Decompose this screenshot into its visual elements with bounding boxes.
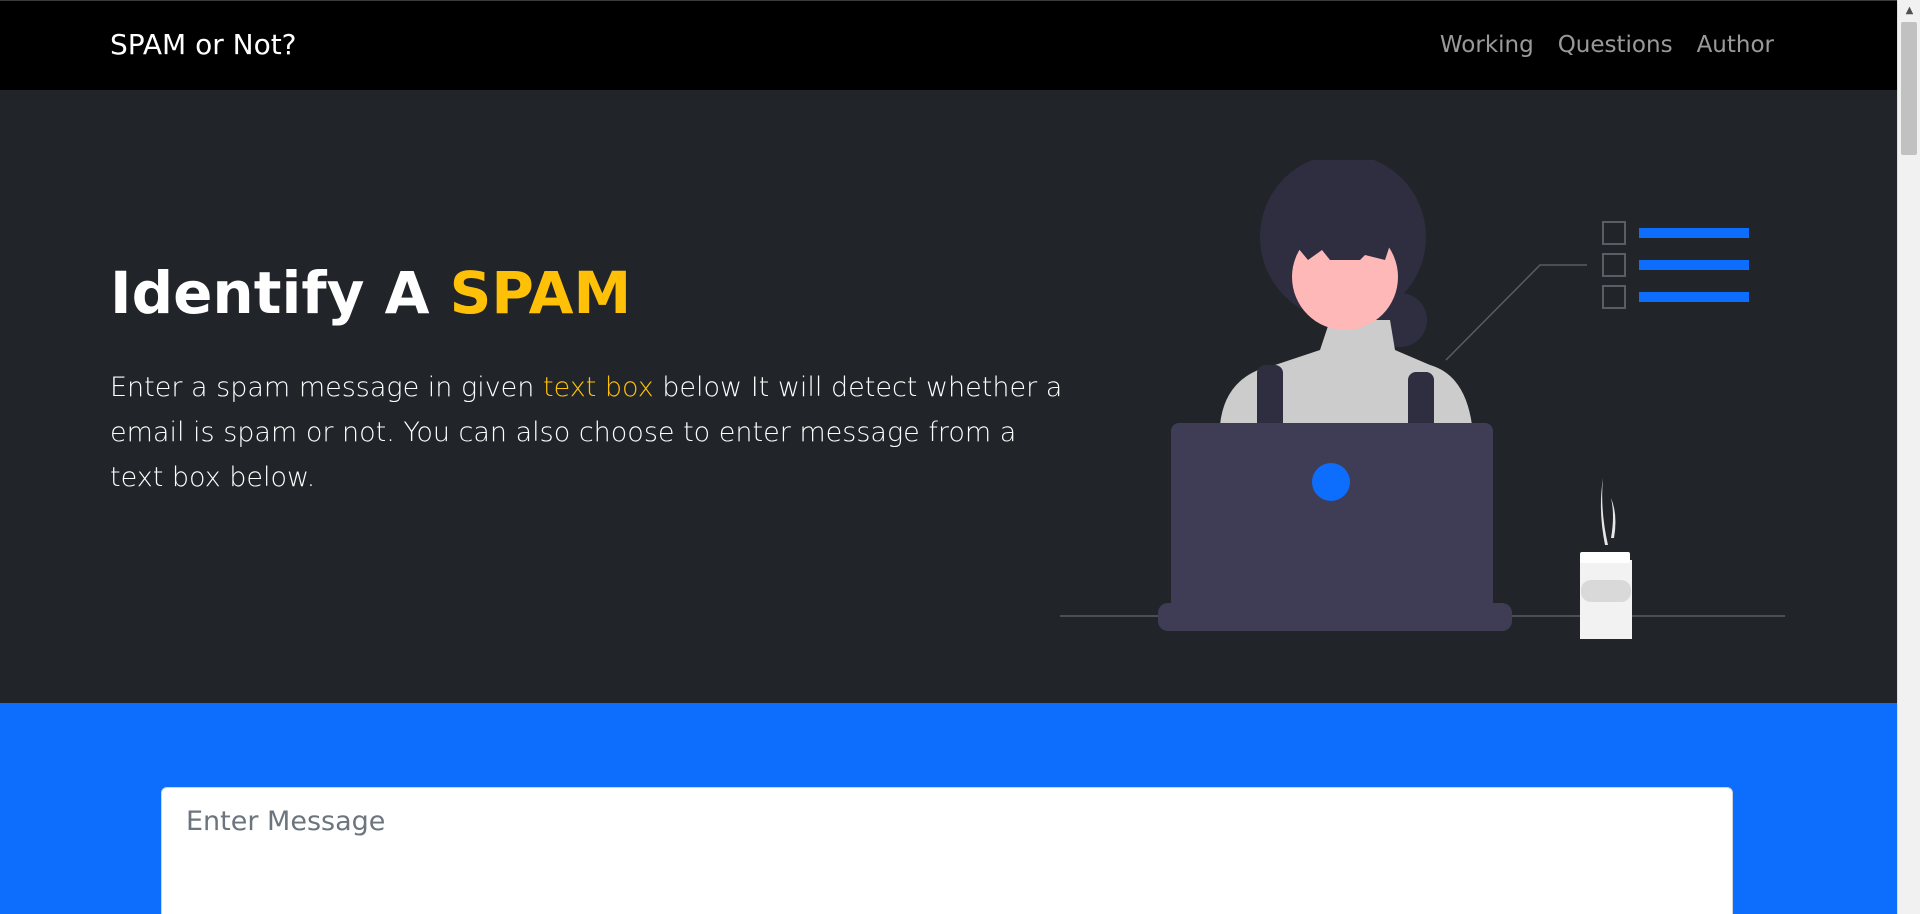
checkbox-3 [1602, 285, 1626, 309]
page-scrollbar[interactable]: ▲ [1897, 0, 1920, 914]
woman-at-laptop-illustration [1060, 160, 1785, 639]
laptop-base [1158, 603, 1512, 631]
steam [1600, 478, 1608, 545]
nav-link-author[interactable]: Author [1697, 27, 1774, 63]
coffee-cup-lid [1580, 552, 1630, 563]
navbar: SPAM or Not? Working Questions Author [0, 0, 1897, 90]
message-input[interactable] [161, 787, 1733, 914]
hero-text-accent: text box [543, 372, 654, 403]
hero-title-prefix: Identify A [110, 259, 450, 327]
scroll-thumb[interactable] [1901, 22, 1917, 155]
message-section [0, 703, 1897, 914]
callout-line [1445, 264, 1587, 361]
checklist-bar-2 [1639, 260, 1749, 270]
checklist-bar-1 [1639, 228, 1749, 238]
scroll-up-icon[interactable]: ▲ [1898, 0, 1920, 20]
checkbox-2 [1602, 253, 1626, 277]
nav-links: Working Questions Author [1440, 27, 1774, 63]
checklist-bar-3 [1639, 292, 1749, 302]
page: SPAM or Not? Working Questions Author Id… [0, 0, 1897, 914]
hero-section: Identify A SPAM Enter a spam message in … [0, 90, 1897, 703]
hero-title: Identify A SPAM [110, 258, 631, 328]
nav-link-working[interactable]: Working [1440, 27, 1534, 63]
nav-link-questions[interactable]: Questions [1558, 27, 1673, 63]
hero-text-before: Enter a spam message in given [110, 372, 543, 403]
steam-small [1611, 498, 1616, 538]
laptop-logo [1312, 463, 1350, 501]
hero-description: Enter a spam message in given text box b… [110, 365, 1070, 500]
brand-link[interactable]: SPAM or Not? [110, 25, 297, 65]
hero-title-accent: SPAM [449, 259, 632, 327]
laptop-screen [1171, 423, 1493, 613]
coffee-cup-band [1581, 580, 1631, 602]
checkbox-1 [1602, 221, 1626, 245]
